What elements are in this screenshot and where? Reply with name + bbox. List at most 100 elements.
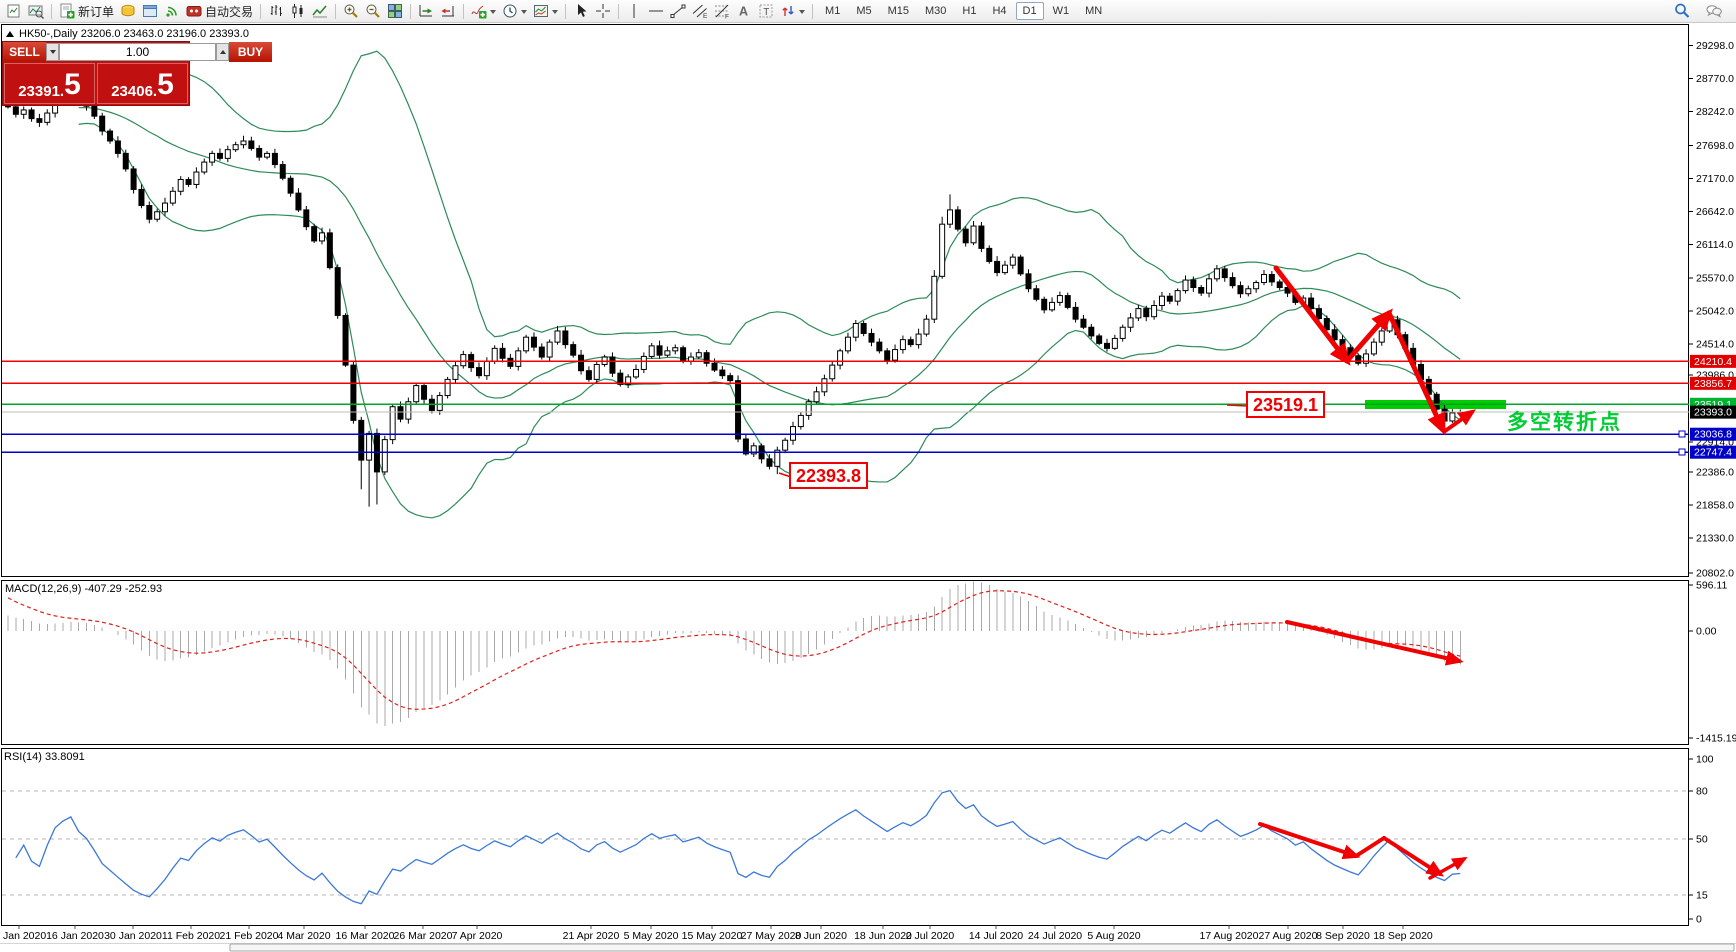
svg-text:Jan 2020: Jan 2020 [3, 930, 46, 942]
svg-text:80: 80 [1696, 786, 1708, 798]
autotrade-button[interactable]: 自动交易 [184, 1, 255, 21]
svg-text:A: A [739, 5, 748, 19]
new-chart-button[interactable] [4, 1, 24, 21]
mt4-window: 新订单 自动交易 E F A T M1 M5 M15 M30 H1 H4 D1 W1 MN 29298.0 2… [0, 0, 1736, 952]
svg-text:14 Jul 2020: 14 Jul 2020 [969, 930, 1023, 942]
svg-text:20802.0: 20802.0 [1696, 568, 1734, 580]
turning-point-annotation[interactable]: 多空转折点 [1507, 410, 1622, 434]
hline-icon [648, 3, 664, 19]
svg-text:8 Jun 2020: 8 Jun 2020 [795, 930, 847, 942]
candles-chart-button[interactable] [288, 1, 308, 21]
new-order-button[interactable]: 新订单 [57, 1, 116, 21]
buy-button[interactable]: BUY [229, 42, 272, 62]
svg-text:26 Mar 2020: 26 Mar 2020 [394, 930, 453, 942]
svg-text:15 May 2020: 15 May 2020 [682, 930, 743, 942]
svg-text:16 Mar 2020: 16 Mar 2020 [336, 930, 395, 942]
svg-text:17 Aug 2020: 17 Aug 2020 [1200, 930, 1259, 942]
caret-down-icon [521, 10, 528, 17]
zoom-in-icon [343, 3, 359, 19]
svg-text:28242.0: 28242.0 [1696, 106, 1734, 118]
tile-windows-icon [387, 3, 403, 19]
channel-button[interactable]: E [690, 1, 710, 21]
sell-price[interactable]: 23391. 5 [4, 63, 95, 104]
toolbar-separator [51, 3, 52, 19]
auto-scroll-button[interactable] [416, 1, 436, 21]
history-center-button[interactable] [118, 1, 138, 21]
fibonacci-button[interactable]: F [712, 1, 732, 21]
indicators-button[interactable] [469, 1, 498, 21]
svg-text:50: 50 [1696, 834, 1708, 846]
bars-chart-button[interactable] [266, 1, 286, 21]
timeframe-mn-button[interactable]: MN [1078, 2, 1109, 20]
arrows-icon [780, 3, 796, 19]
timeframe-w1-button[interactable]: W1 [1046, 2, 1077, 20]
volume-decrease-button[interactable] [46, 43, 59, 61]
cursor-icon [573, 3, 589, 19]
history-center-icon [120, 3, 136, 19]
timeframe-m15-button[interactable]: M15 [881, 2, 916, 20]
vline-button[interactable] [624, 1, 644, 21]
svg-text:15: 15 [1696, 890, 1708, 902]
sell-price-big-digit: 5 [64, 68, 81, 101]
line-chart-icon [312, 3, 328, 19]
buy-price-main: 23406 [111, 83, 153, 100]
svg-text:25042.0: 25042.0 [1696, 306, 1734, 318]
templates-button[interactable] [531, 1, 560, 21]
svg-text:100: 100 [1696, 754, 1714, 766]
tile-windows-button[interactable] [385, 1, 405, 21]
chart-canvas[interactable]: 29298.0 28770.0 28242.0 27698.0 27170.0 26642… [0, 0, 1736, 952]
timeframe-m30-button[interactable]: M30 [918, 2, 953, 20]
chart-title-row: HK50-,Daily 23206.0 23463.0 23196.0 2339… [6, 28, 249, 40]
trendline-button[interactable] [668, 1, 688, 21]
profiles-button[interactable] [26, 1, 46, 21]
svg-text:21858.0: 21858.0 [1696, 500, 1734, 512]
svg-text:23519.1: 23519.1 [1253, 395, 1318, 415]
timeframe-m5-button[interactable]: M5 [849, 2, 878, 20]
zoom-in-button[interactable] [341, 1, 361, 21]
svg-text:11 Feb 2020: 11 Feb 2020 [162, 930, 220, 942]
signal-button[interactable] [162, 1, 182, 21]
main-toolbar: 新订单 自动交易 E F A T M1 M5 M15 M30 H1 H4 D1 W1 MN [0, 0, 1736, 23]
volume-increase-button[interactable] [216, 43, 229, 61]
svg-text:4 Mar 2020: 4 Mar 2020 [277, 930, 330, 942]
text-icon: A [736, 3, 752, 19]
terminal-button[interactable] [140, 1, 160, 21]
periods-button[interactable] [500, 1, 529, 21]
svg-text:0.00: 0.00 [1696, 626, 1717, 638]
chat-button[interactable] [1704, 1, 1724, 21]
timeframe-m1-button[interactable]: M1 [818, 2, 847, 20]
crosshair-button[interactable] [593, 1, 613, 21]
timeframe-h4-button[interactable]: H4 [985, 2, 1013, 20]
hline-button[interactable] [646, 1, 666, 21]
svg-text:F: F [725, 14, 729, 20]
signal-icon [164, 3, 180, 19]
collapse-panel-icon[interactable] [6, 27, 14, 37]
svg-text:18 Sep 2020: 18 Sep 2020 [1373, 930, 1433, 942]
text-label-icon: T [758, 3, 774, 19]
search-button[interactable] [1672, 1, 1692, 21]
volume-input[interactable] [59, 43, 216, 61]
auto-scroll-icon [418, 3, 434, 19]
svg-text:18 Jun 2020: 18 Jun 2020 [854, 930, 912, 942]
buy-price[interactable]: 23406. 5 [97, 63, 188, 104]
timeframe-d1-button[interactable]: D1 [1015, 2, 1044, 20]
zoom-out-button[interactable] [363, 1, 383, 21]
timeframe-h1-button[interactable]: H1 [955, 2, 983, 20]
svg-text:27698.0: 27698.0 [1696, 140, 1734, 152]
sell-button[interactable]: SELL [3, 42, 46, 62]
chart-shift-button[interactable] [438, 1, 458, 21]
autotrade-label: 自动交易 [205, 4, 254, 19]
svg-text:22747.4: 22747.4 [1694, 447, 1732, 459]
cursor-button[interactable] [571, 1, 591, 21]
line-chart-button[interactable] [310, 1, 330, 21]
autotrade-icon [186, 3, 202, 19]
buy-price-big-digit: 5 [157, 68, 174, 101]
templates-icon [533, 3, 549, 19]
horizontal-scrollbar-thumb[interactable] [229, 943, 1735, 952]
arrows-button[interactable] [778, 1, 807, 21]
text-label-button[interactable]: T [756, 1, 776, 21]
svg-text:24514.0: 24514.0 [1696, 339, 1734, 351]
svg-text:7 Apr 2020: 7 Apr 2020 [452, 930, 503, 942]
svg-text:30 Jan 2020: 30 Jan 2020 [104, 930, 162, 942]
text-button[interactable]: A [734, 1, 754, 21]
